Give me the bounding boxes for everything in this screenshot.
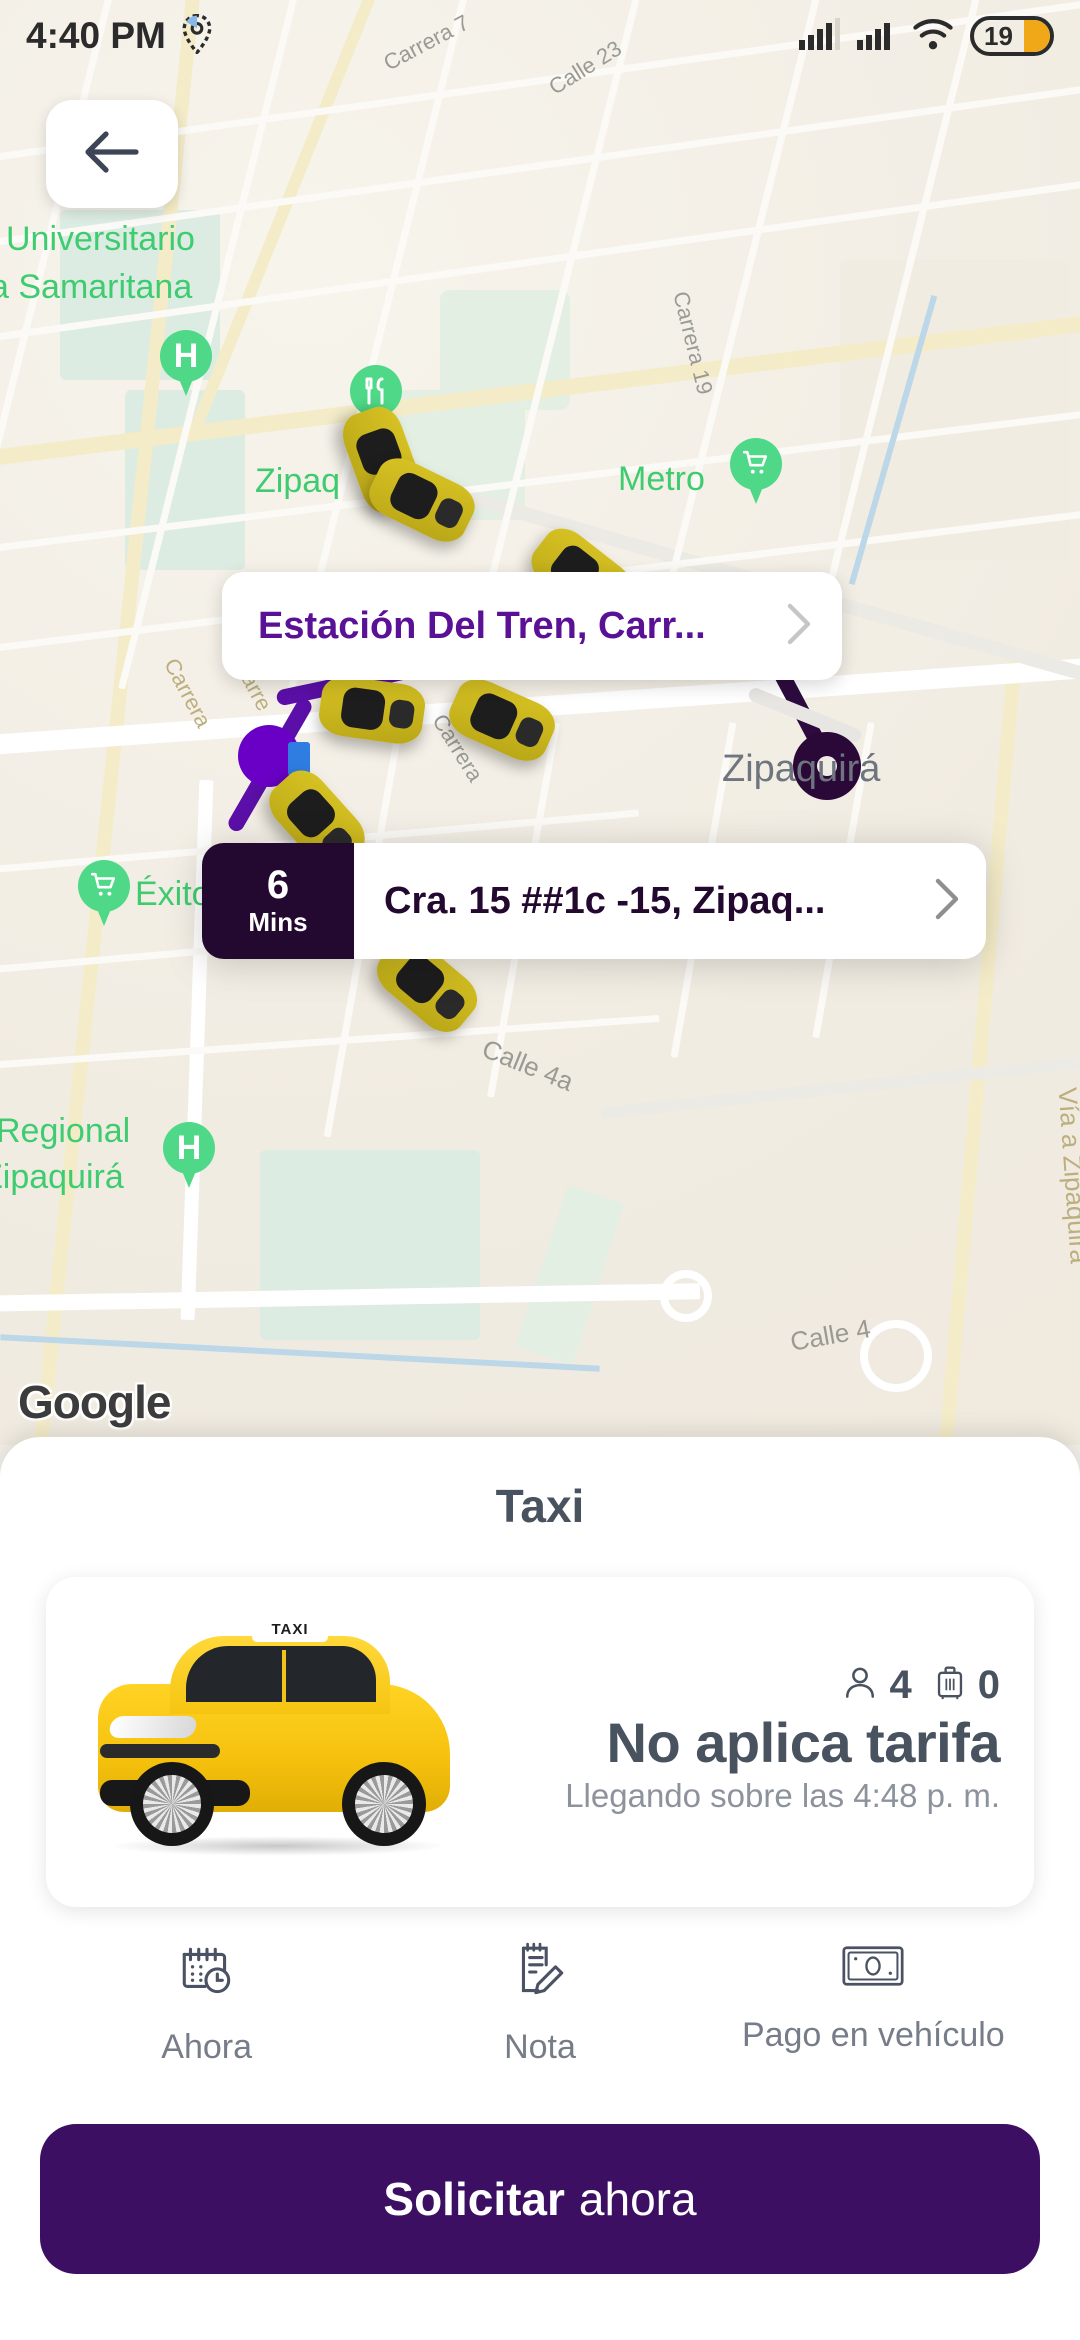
back-arrow-icon: [84, 130, 140, 179]
passenger-icon: [842, 1665, 878, 1706]
option-payment[interactable]: Pago en vehículo: [707, 1941, 1040, 2067]
map-city-label: Zipaquirá: [722, 748, 881, 790]
note-pencil-icon: [509, 1941, 571, 2008]
origin-address-text: Estación Del Tren, Carr...: [258, 604, 706, 647]
map-land-patch: [515, 1184, 625, 1366]
banknote-icon: [842, 1941, 904, 1996]
passenger-capacity: 4: [889, 1663, 912, 1707]
request-button-bold-label: Solicitar: [383, 2173, 565, 2225]
option-label-nota: Nota: [504, 2028, 576, 2066]
destination-address-row[interactable]: 6 Mins Cra. 15 ##1c -15, Zipaq...: [202, 843, 986, 959]
poi-label-zipaq: Zipaq: [255, 462, 341, 500]
yellow-taxi-illustration: TAXI: [74, 1612, 474, 1872]
map-road: [600, 1052, 1080, 1120]
poi-label-regional-zipaquira: Zipaquirá: [0, 1158, 124, 1196]
taxi-roof-sign: TAXI: [252, 1616, 328, 1642]
chevron-right-icon: [786, 602, 812, 651]
luggage-icon: [934, 1664, 966, 1707]
hospital-pin-icon[interactable]: H: [160, 330, 212, 398]
option-label-pago: Pago en vehículo: [741, 2016, 1005, 2054]
hospital-pin-icon[interactable]: H: [163, 1122, 215, 1190]
cellular-signal-icon: [798, 17, 840, 55]
poi-label-metro: Metro: [618, 460, 705, 498]
origin-address-card[interactable]: Estación Del Tren, Carr...: [222, 572, 842, 680]
arrival-time-text: Llegando sobre las 4:48 p. m.: [565, 1777, 1000, 1814]
poi-label-samaritana: a Samaritana: [0, 268, 193, 306]
destination-address-card[interactable]: Cra. 15 ##1c -15, Zipaq...: [354, 843, 986, 959]
back-button[interactable]: [46, 100, 178, 208]
google-attribution: Google: [18, 1376, 171, 1428]
wifi-icon: [912, 18, 954, 55]
eta-unit: Mins: [248, 906, 308, 937]
poi-label-exito: Éxito: [135, 875, 211, 913]
eta-value: 6: [266, 862, 290, 907]
options-row: Ahora Nota Pago en vehículo: [0, 1941, 1080, 2067]
bottom-sheet: Taxi TAXI 4 0 No aplica tarifa Llegando …: [0, 1437, 1080, 2340]
capacity-row: 4 0: [842, 1663, 1000, 1708]
vehicle-option-card[interactable]: TAXI 4 0 No aplica tarifa Llegando sobre…: [46, 1577, 1034, 1907]
luggage-capacity: 0: [977, 1663, 1000, 1707]
status-bar: 4:40 PM 19: [0, 0, 1080, 72]
request-button-light-label: ahora: [578, 2173, 697, 2225]
sheet-title: Taxi: [495, 1480, 585, 1532]
calendar-clock-icon: [176, 1941, 238, 2008]
poi-label-universitario: Universitario: [6, 220, 195, 258]
destination-address-text: Cra. 15 ##1c -15, Zipaq...: [384, 879, 826, 922]
shopping-cart-pin-icon[interactable]: [730, 438, 782, 506]
battery-indicator: 19: [970, 16, 1054, 56]
location-pin-icon: [180, 13, 214, 59]
eta-badge: 6 Mins: [202, 843, 354, 959]
request-ride-button[interactable]: Solicitar ahora: [40, 2124, 1040, 2274]
option-label-ahora: Ahora: [161, 2028, 253, 2066]
map-land-patch: [260, 1150, 480, 1340]
battery-level: 19: [984, 20, 1013, 51]
option-schedule[interactable]: Ahora: [40, 1941, 373, 2067]
map-roundabout: [660, 1270, 712, 1322]
option-note[interactable]: Nota: [373, 1941, 706, 2067]
shopping-cart-pin-icon[interactable]: [78, 860, 130, 928]
chevron-right-icon: [934, 877, 960, 926]
status-bar-time: 4:40 PM: [26, 15, 166, 56]
map-road: [932, 661, 1022, 1445]
poi-label-regional: Regional: [0, 1112, 131, 1150]
map-view[interactable]: Carrera 7 Calle 23 Carrera 19 Carrera Ca…: [0, 0, 1080, 1445]
vehicle-info: 4 0 No aplica tarifa Llegando sobre las …: [474, 1663, 1000, 1821]
fare-text: No aplica tarifa: [606, 1711, 1001, 1774]
cellular-signal-icon: [856, 18, 896, 55]
